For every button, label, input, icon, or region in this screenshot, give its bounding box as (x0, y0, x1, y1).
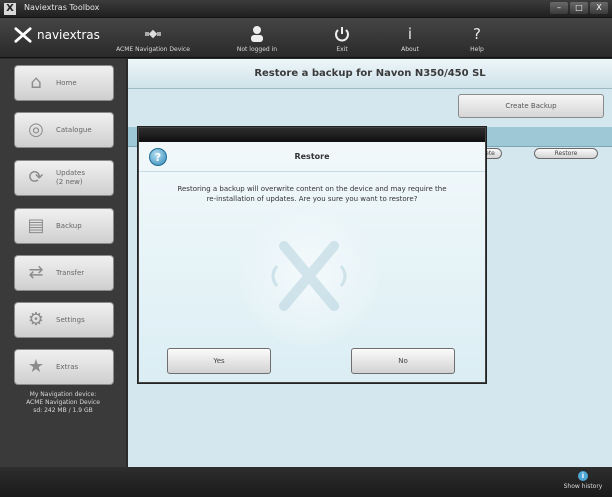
sidebar: ⌂ Home ◎ Catalogue ⟳ Updates (2 new) ▤ B… (0, 59, 126, 467)
sidebar-item-label: Updates (2 new) (56, 169, 85, 187)
help-icon: ? (473, 25, 481, 43)
history-info-icon: i (578, 471, 588, 481)
sidebar-item-label: Catalogue (56, 125, 92, 134)
naviextras-logo-icon (14, 27, 32, 43)
settings-icon: ⚙ (27, 309, 45, 330)
home-icon: ⌂ (30, 72, 42, 93)
updates-count: (2 new) (56, 178, 83, 186)
dialog-title: Restore (139, 142, 485, 172)
device-info-line3: sd: 242 MB / 1.9 GB (33, 407, 93, 414)
sidebar-item-settings[interactable]: ⚙ Settings (14, 302, 114, 338)
sidebar-item-catalogue[interactable]: ◎ Catalogue (14, 112, 114, 148)
toolbar-login[interactable]: Not logged in (212, 22, 302, 53)
updates-label: Updates (56, 169, 85, 177)
top-toolbar: naviextras ACME Navigation Device Not lo… (0, 18, 612, 58)
no-button[interactable]: No (351, 348, 455, 374)
sidebar-item-backup[interactable]: ▤ Backup (14, 208, 114, 244)
transfer-icon: ⇄ (28, 262, 44, 283)
restore-row-button[interactable]: Restore (534, 148, 598, 159)
sidebar-item-extras[interactable]: ★ Extras (14, 349, 114, 385)
yes-button[interactable]: Yes (167, 348, 271, 374)
minimize-button[interactable]: – (550, 2, 568, 14)
device-info-line1: My Navigation device: (29, 391, 97, 398)
device-info-line2: ACME Navigation Device (26, 399, 100, 406)
satellite-icon (108, 22, 198, 46)
bottom-bar: i Show history (0, 467, 612, 497)
sidebar-item-label: Transfer (56, 268, 85, 277)
device-info: My Navigation device: ACME Navigation De… (6, 391, 120, 415)
toolbar-device[interactable]: ACME Navigation Device (108, 22, 198, 53)
toolbar-help[interactable]: ? Help (432, 22, 522, 53)
window-title: Naviextras Toolbox (24, 3, 100, 12)
maximize-button[interactable]: □ (570, 2, 588, 14)
sidebar-item-label: Home (56, 78, 77, 87)
page-title: Restore a backup for Navon N350/450 SL (128, 59, 612, 89)
updates-icon: ⟳ (28, 167, 44, 188)
sidebar-item-label: Settings (56, 315, 85, 324)
backup-icon: ▤ (27, 215, 45, 236)
toolbar-device-label: ACME Navigation Device (116, 46, 190, 53)
sidebar-item-transfer[interactable]: ⇄ Transfer (14, 255, 114, 291)
catalogue-icon: ◎ (28, 119, 44, 140)
logo-text: naviextras (37, 28, 100, 42)
dialog-top-bar (139, 128, 485, 142)
show-history-button[interactable]: i Show history (560, 471, 606, 490)
show-history-label: Show history (563, 483, 603, 490)
close-button[interactable]: X (590, 2, 608, 14)
dialog-message-line2: re-installation of updates. Are you sure… (206, 195, 418, 203)
toolbar-login-label: Not logged in (236, 46, 278, 53)
sidebar-item-updates[interactable]: ⟳ Updates (2 new) (14, 160, 114, 196)
sidebar-item-home[interactable]: ⌂ Home (14, 65, 114, 101)
naviextras-logo[interactable]: naviextras (14, 26, 100, 44)
sidebar-item-label: Backup (56, 221, 82, 230)
star-icon: ★ (27, 356, 45, 377)
sidebar-item-label: Extras (56, 362, 79, 371)
dialog-message: Restoring a backup will overwrite conten… (159, 184, 465, 204)
naviextras-watermark (239, 206, 379, 346)
dialog-message-line1: Restoring a backup will overwrite conten… (177, 185, 447, 193)
create-backup-button[interactable]: Create Backup (458, 94, 604, 118)
app-icon: X (4, 3, 16, 15)
watermark-logo-icon (271, 241, 347, 311)
user-icon (212, 22, 302, 46)
app-window: X Naviextras Toolbox – □ X naviextras AC… (0, 0, 612, 497)
restore-dialog: ? Restore Restoring a backup will overwr… (138, 127, 486, 383)
title-bar: X Naviextras Toolbox – □ X (0, 0, 612, 18)
toolbar-help-label: Help (470, 46, 484, 53)
